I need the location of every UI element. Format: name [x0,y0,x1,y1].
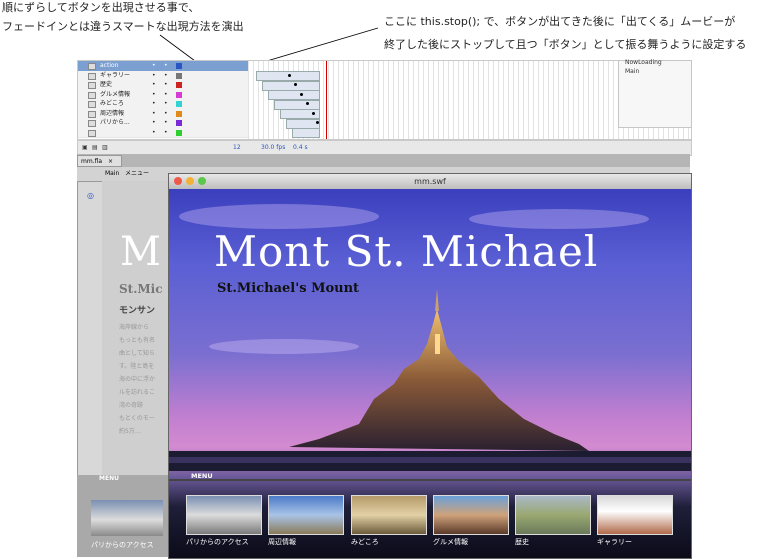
stage-menu-label: MENU [99,475,119,482]
layer-icon [88,91,96,99]
thumb-access[interactable] [186,495,262,535]
layer-name: パリから... [100,119,130,126]
visibility-toggle[interactable]: • [152,128,156,138]
frame-span [292,128,320,138]
timeline-layer-extra[interactable]: • • [78,127,248,138]
layer-name: ギャラリー [100,71,131,79]
playhead[interactable] [326,61,327,139]
visibility-toggle[interactable]: • [152,80,156,90]
library-panel: NowLoading Main [618,59,692,128]
layer-color-swatch [176,120,182,126]
layer-icon [88,110,96,118]
library-item-main[interactable]: Main [625,68,639,75]
frame-span [268,90,320,100]
lock-toggle[interactable]: • [164,71,168,81]
stage-thumb [91,500,163,536]
layer-name: グルメ情報 [100,90,131,98]
minimize-window-icon[interactable] [186,177,194,185]
thumb-history[interactable] [515,495,591,535]
visibility-toggle[interactable]: • [152,71,156,81]
scene-main[interactable]: Main [105,167,119,181]
swf-titlebar: mm.swf [169,174,691,190]
lock-toggle[interactable]: • [164,109,168,119]
layer-color-swatch [176,129,182,136]
keyframe [300,93,303,96]
keyframe [312,112,315,115]
layer-icon [88,63,96,70]
properties-panel: ◎ [77,181,104,477]
stage-thumb-caption: パリからのアクセス [91,541,154,549]
frame-rate: 30.0 fps [261,144,286,151]
new-folder-icon[interactable]: ▤ [92,141,98,155]
close-icon[interactable]: × [108,158,113,165]
visibility-toggle[interactable]: • [152,61,156,71]
stage-subtitle: St.Mic [119,282,163,296]
layer-name: 歴史 [100,81,113,88]
layer-icon [88,129,96,137]
lock-toggle[interactable]: • [164,118,168,128]
swf-window-title: mm.swf [414,177,446,186]
visibility-toggle[interactable]: • [152,109,156,119]
layer-color-swatch [176,110,182,117]
layer-icon [88,72,96,80]
keyframe [294,83,297,86]
keyframe [316,121,319,124]
new-layer-icon[interactable]: ▣ [82,141,88,155]
close-window-icon[interactable] [174,177,182,185]
trash-icon[interactable]: ▥ [102,141,108,155]
frame-span [262,80,320,91]
layer-icon [88,101,96,108]
library-item-nowloading[interactable]: NowLoading [625,59,662,66]
stage-big-letter: M [120,229,161,275]
layer-name: 周辺情報 [100,109,125,117]
layer-icon [88,120,96,127]
help-icon[interactable]: ◎ [87,191,94,200]
frame-span [286,118,320,129]
elapsed-time: 0.4 s [293,144,308,151]
current-frame: 12 [233,144,241,151]
thumb-caption[interactable]: 周辺情報 [268,537,296,547]
thumb-gourmet[interactable] [433,495,509,535]
swf-scene: Mont St. Michael St.Michael's Mount MENU [169,189,691,558]
thumb-caption[interactable]: 歴史 [515,537,529,547]
lock-toggle[interactable]: • [164,80,168,90]
thumb-caption[interactable]: パリからのアクセス [186,537,249,547]
layer-color-swatch [176,82,182,88]
keyframe [288,74,291,77]
document-tab-label: mm.fla [81,158,103,165]
scene-menu[interactable]: メニュー [125,167,149,181]
layer-color-swatch [176,91,182,98]
stage-area: M St.Mic モンサン 海岸線から もっとも有名 曲として知ら す。陸と島を 海… [102,181,170,475]
zoom-window-icon[interactable] [198,177,206,185]
layer-name: action [100,62,119,69]
thumb-caption[interactable]: ギャラリー [597,537,632,547]
layer-icon [88,82,96,89]
layer-color-swatch [176,101,182,107]
keyframe [306,102,309,105]
visibility-toggle[interactable]: • [152,99,156,109]
timeline-panel: action • • ギャラリー • • 歴史 • • グルメ情報 • • みど… [77,60,692,140]
lock-toggle[interactable]: • [164,99,168,109]
layer-color-swatch [176,63,182,69]
thumb-gallery[interactable] [597,495,673,535]
layer-color-swatch [176,72,182,79]
visibility-toggle[interactable]: • [152,118,156,128]
layer-name: みどころ [100,100,124,107]
thumb-surroundings[interactable] [268,495,344,535]
thumb-caption[interactable]: グルメ情報 [433,537,468,547]
stage-paragraph: 海岸線から もっとも有名 曲として知ら す。陸と島を 海の中に浮か ルを訪れるこ 湾の… [119,324,156,435]
thumb-sights[interactable] [351,495,427,535]
thumb-caption[interactable]: みどころ [351,537,379,547]
visibility-toggle[interactable]: • [152,90,156,100]
lock-toggle[interactable]: • [164,61,168,71]
stage-heading: モンサン [119,306,156,316]
swf-window: mm.swf Mont St. Michael St.Michael's Mou… [168,173,692,559]
stage-lower-left: MENU パリからのアクセス [77,475,169,557]
swf-menu-bar [169,479,691,481]
lock-toggle[interactable]: • [164,90,168,100]
document-tab[interactable]: mm.fla × [77,155,122,167]
lock-toggle[interactable]: • [164,128,168,138]
frame-span [274,99,320,110]
